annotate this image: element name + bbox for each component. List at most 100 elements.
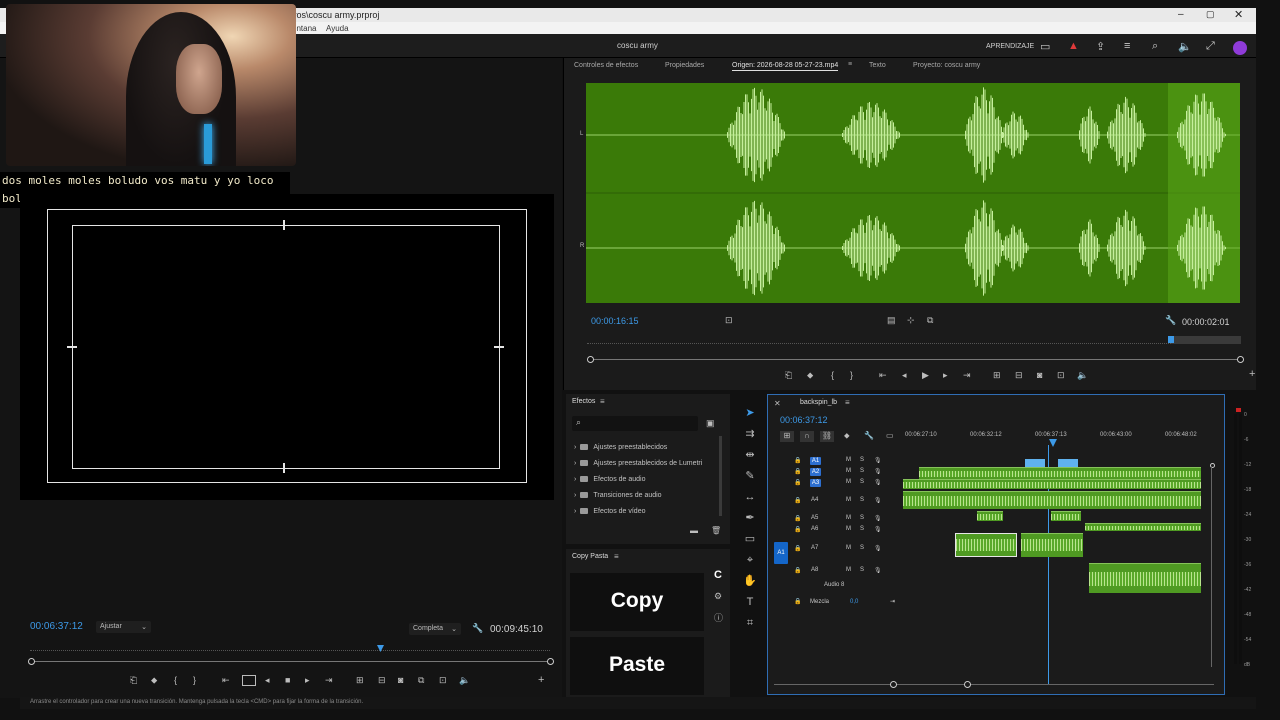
mute-toggle[interactable]: M <box>846 457 851 463</box>
folder-add-icon[interactable]: ▬ <box>690 526 698 535</box>
close-sequence-icon[interactable]: ✕ <box>774 399 781 408</box>
timeline-track-area[interactable] <box>903 457 1208 597</box>
source-step-forward-icon[interactable]: ▸ <box>943 370 948 381</box>
lift-icon[interactable]: ⎗ <box>130 675 137 686</box>
timeline-timecode[interactable]: 00:06:37:12 <box>780 415 828 425</box>
mic-icon[interactable]: 🎙 <box>874 567 882 574</box>
lock-icon[interactable]: 🔒 <box>794 545 801 552</box>
stop-icon[interactable]: ■ <box>285 675 290 685</box>
paste-button[interactable]: Paste <box>570 637 704 695</box>
drag-audio-icon[interactable]: ⊹ <box>907 315 915 326</box>
effects-menu-icon[interactable]: ≡ <box>600 397 605 406</box>
timeline-clip[interactable] <box>919 467 1201 479</box>
timeline-clip[interactable] <box>1021 533 1083 557</box>
marker-icon[interactable]: ⬥ <box>151 675 157 686</box>
source-playhead[interactable] <box>1168 336 1174 343</box>
mark-out-icon[interactable]: } <box>193 675 196 685</box>
vertical-scrollbar[interactable] <box>1211 467 1212 667</box>
panel-menu-icon[interactable]: ≡ <box>848 61 852 68</box>
mark-in-icon[interactable]: { <box>174 675 177 685</box>
vr-icon[interactable]: ⊡ <box>439 675 447 686</box>
source-timecode[interactable]: 00:00:16:15 <box>591 316 639 326</box>
slip-tool-icon[interactable]: ↔ <box>743 490 757 504</box>
insert-icon[interactable]: ⊞ <box>356 675 364 686</box>
lock-icon[interactable]: 🔒 <box>794 479 801 486</box>
timeline-playhead-head[interactable] <box>1049 439 1057 447</box>
effects-search-input[interactable]: ⌕ <box>572 416 698 431</box>
go-to-in-icon[interactable]: ⇤ <box>222 675 230 686</box>
source-wrench-icon[interactable]: 🔧 <box>1165 315 1176 326</box>
timeline-clip[interactable] <box>1089 563 1201 593</box>
snap-icon[interactable]: ∩ <box>800 431 814 442</box>
mute-toggle[interactable]: M <box>846 497 851 503</box>
wrench-icon[interactable]: 🔧 <box>472 623 483 634</box>
mute-toggle[interactable]: M <box>846 567 851 573</box>
razor-tool-icon[interactable]: ✎ <box>743 469 757 483</box>
sequence-tab[interactable]: backspin_lb <box>800 399 837 406</box>
effects-item[interactable]: › Efectos de vídeo <box>574 503 719 519</box>
horizontal-zoom-handle-left[interactable] <box>890 681 897 688</box>
source-patch-target[interactable]: A1 <box>774 541 788 564</box>
source-zoom-handle-left[interactable] <box>587 356 594 363</box>
transition-marker[interactable] <box>1058 459 1078 467</box>
tab-source[interactable]: Origen: 2026-08-28 05-27-23.mp4 <box>732 62 839 71</box>
zoom-handle-right[interactable] <box>547 658 554 665</box>
horizontal-scrollbar[interactable] <box>774 684 1214 685</box>
source-go-to-out-icon[interactable]: ⇥ <box>963 370 971 381</box>
track-target[interactable]: A3 <box>810 479 821 487</box>
solo-toggle[interactable]: S <box>860 497 864 503</box>
tab-project[interactable]: Proyecto: coscu army <box>913 62 980 69</box>
source-mark-in-icon[interactable]: { <box>831 370 834 380</box>
lock-icon[interactable]: 🔒 <box>794 457 801 464</box>
tab-text[interactable]: Texto <box>869 62 886 69</box>
type-tool-icon[interactable]: T <box>743 595 757 609</box>
tab-effect-controls[interactable]: Controles de efectos <box>574 62 638 69</box>
lock-icon[interactable]: 🔒 <box>794 468 801 475</box>
mute-toggle[interactable]: M <box>846 526 851 532</box>
mute-toggle[interactable]: M <box>846 545 851 551</box>
captions-icon[interactable]: ▭ <box>886 431 894 440</box>
timeline-clip[interactable] <box>1051 511 1081 521</box>
quality-dropdown[interactable]: Completa ⌄ <box>409 623 461 635</box>
selection-tool-icon[interactable]: ➤ <box>743 406 757 420</box>
solo-toggle[interactable]: S <box>860 526 864 532</box>
solo-toggle[interactable]: S <box>860 479 864 485</box>
zoom-handle-left[interactable] <box>28 658 35 665</box>
copy-pasta-menu-icon[interactable]: ≡ <box>614 552 619 561</box>
track-target[interactable]: A1 <box>810 457 821 465</box>
source-go-to-in-icon[interactable]: ⇤ <box>879 370 887 381</box>
source-step-back-icon[interactable]: ◂ <box>902 370 907 381</box>
overwrite-icon[interactable]: ⊟ <box>378 675 386 686</box>
source-insert-icon[interactable]: ⊞ <box>993 370 1001 381</box>
timeline-settings-icon[interactable]: 🔧 <box>864 431 874 440</box>
effects-item[interactable]: › Transiciones de audio <box>574 487 719 503</box>
lock-icon[interactable]: 🔒 <box>794 567 801 574</box>
effects-item[interactable]: › Efectos de audio <box>574 471 719 487</box>
timeline-clip[interactable] <box>903 479 1201 489</box>
track-select-tool-icon[interactable]: ⇉ <box>743 427 757 441</box>
fit-dropdown[interactable]: Ajustar ⌄ <box>96 621 151 633</box>
minimize-icon[interactable]: – <box>1178 9 1184 20</box>
caption-tool-icon[interactable]: ⌗ <box>743 616 757 630</box>
source-audio-icon[interactable]: 🔈 <box>1077 370 1088 381</box>
audio-icon[interactable]: 🔈 <box>459 675 470 686</box>
settings-gear-icon[interactable]: ⚙ <box>714 591 722 602</box>
mix-go-to-end-icon[interactable]: ⇥ <box>890 598 895 605</box>
step-forward-icon[interactable]: ▸ <box>305 675 310 686</box>
rectangle-tool-icon[interactable]: ▭ <box>743 532 757 546</box>
source-export-frame-icon[interactable]: ◙ <box>1037 370 1042 380</box>
track-target[interactable]: A2 <box>810 468 821 476</box>
timeline-clip[interactable] <box>977 511 1003 521</box>
mic-icon[interactable]: 🎙 <box>874 468 882 475</box>
maximize-icon[interactable]: ▢ <box>1206 9 1215 20</box>
solo-toggle[interactable]: S <box>860 468 864 474</box>
mic-icon[interactable]: 🎙 <box>874 515 882 522</box>
drag-video-icon[interactable]: ▤ <box>887 315 896 326</box>
source-lift-icon[interactable]: ⎗ <box>785 370 792 381</box>
solo-toggle[interactable]: S <box>860 515 864 521</box>
info-icon[interactable]: ⓘ <box>714 611 723 624</box>
mic-icon[interactable]: 🎙 <box>874 545 882 552</box>
program-timecode[interactable]: 00:06:37:12 <box>30 621 83 632</box>
safe-margins-icon[interactable] <box>242 675 256 686</box>
warning-icon[interactable]: ▲ <box>1068 40 1079 52</box>
